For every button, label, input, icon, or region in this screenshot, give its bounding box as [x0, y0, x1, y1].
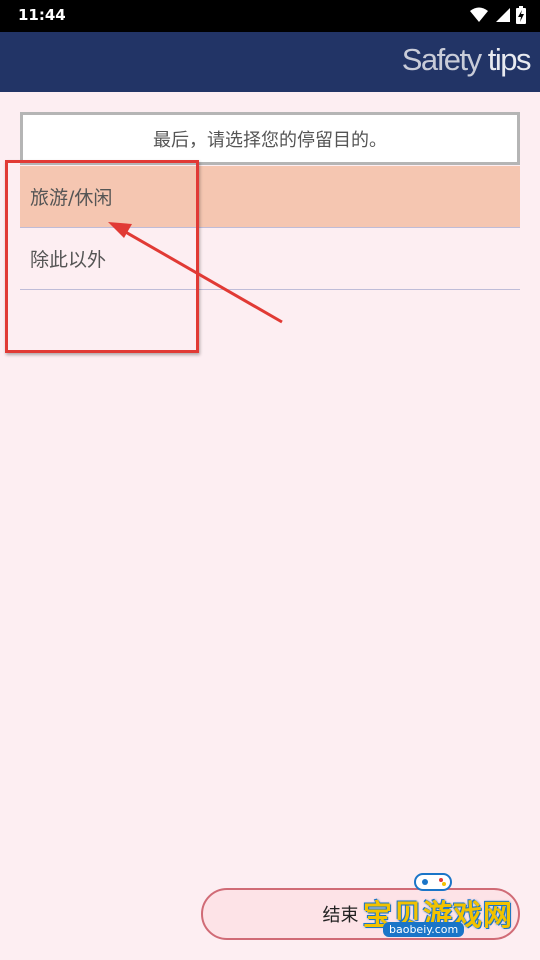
signal-icon	[494, 7, 510, 23]
wifi-icon	[470, 7, 488, 23]
end-button-label: 结束	[322, 905, 359, 926]
status-time: 11:44	[18, 6, 66, 24]
gamepad-icon	[414, 873, 452, 891]
status-bar: 11:44	[0, 0, 540, 32]
watermark-url: baobeiy.com	[383, 922, 465, 937]
brand-logo: Safety tips	[401, 42, 532, 78]
watermark-logo: 宝贝游戏网 baobeiy.com	[363, 870, 513, 946]
app-header: Safety tips	[0, 32, 540, 92]
annotation-highlight-box	[5, 160, 199, 353]
brand-word-light: Safety	[401, 42, 482, 77]
status-icons	[470, 6, 526, 24]
battery-charging-icon	[516, 6, 526, 24]
question-prompt: 最后，请选择您的停留目的。	[20, 112, 520, 165]
brand-word-bold: tips	[487, 42, 532, 77]
